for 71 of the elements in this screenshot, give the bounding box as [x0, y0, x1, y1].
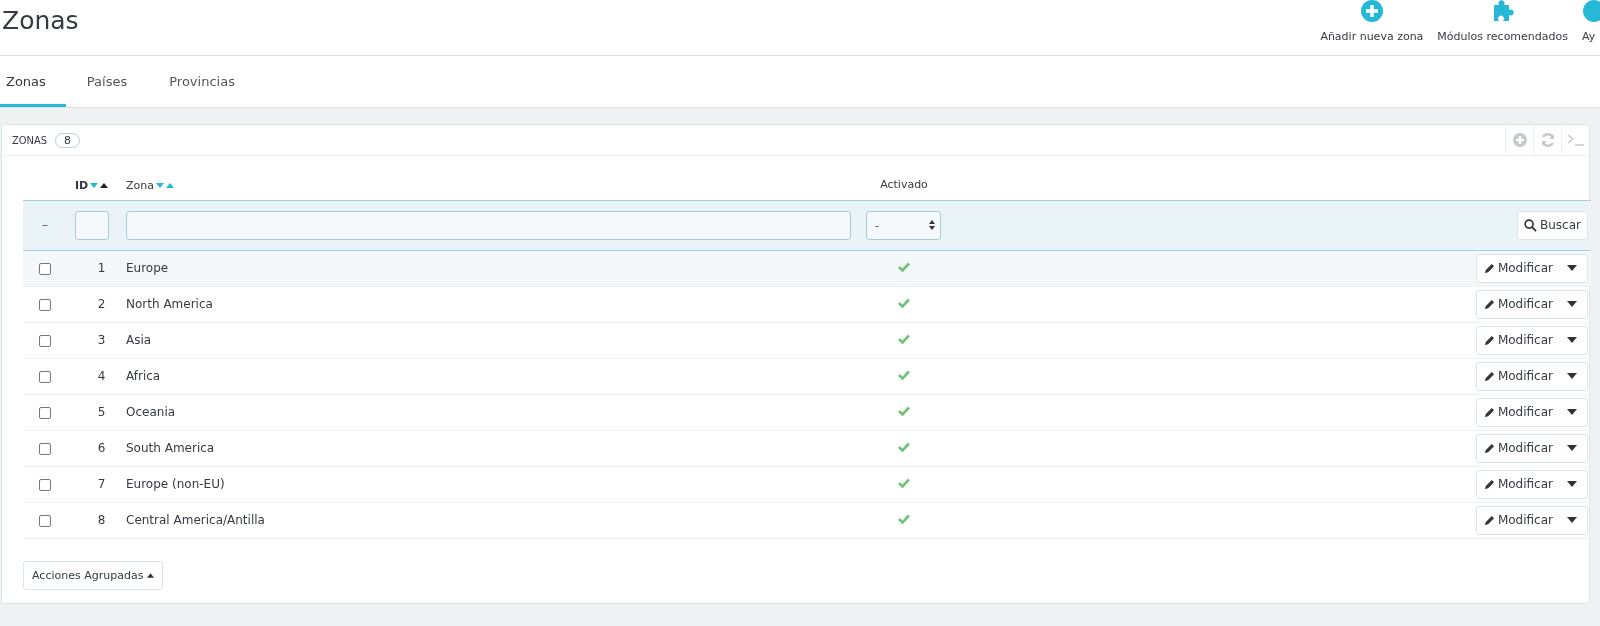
zone-cell: Africa	[126, 369, 161, 383]
zone-cell: South America	[126, 441, 215, 455]
caret-icon	[1567, 337, 1577, 343]
zone-cell: Europe	[126, 261, 169, 275]
panel-title: ZONAS	[12, 133, 48, 147]
row-checkbox[interactable]	[39, 262, 51, 275]
zone-cell: Oceania	[126, 405, 176, 419]
column-header: ID	[74, 178, 89, 192]
sort-up-icon[interactable]	[100, 182, 109, 188]
edit-button[interactable]: Modificar	[1476, 434, 1557, 462]
pencil-icon	[1483, 334, 1495, 346]
edit-button[interactable]: Modificar	[1476, 326, 1557, 354]
row-checkbox[interactable]	[39, 442, 51, 455]
pencil-icon	[1483, 442, 1495, 454]
caret-icon	[1567, 445, 1577, 451]
toolbar-button[interactable]: Añadir nueva zona	[1320, 0, 1424, 55]
reset-filter[interactable]: –	[42, 218, 48, 232]
id-cell: 7	[97, 477, 106, 491]
id-cell: 2	[97, 297, 106, 311]
caret-icon	[1567, 409, 1577, 415]
pencil-icon	[1483, 514, 1495, 526]
row-checkbox[interactable]	[39, 514, 51, 527]
caret-icon	[1567, 373, 1577, 379]
id-cell: 6	[97, 441, 106, 455]
tab[interactable]: Provincias	[148, 59, 256, 107]
edit-button[interactable]: Modificar	[1476, 254, 1557, 282]
edit-button[interactable]: Modificar	[1476, 506, 1557, 534]
id-cell: 4	[97, 369, 106, 383]
column-header: Zona	[126, 178, 154, 192]
help-icon	[1582, 0, 1600, 23]
toolbar-button[interactable]: Ay	[1582, 0, 1600, 55]
page-title: Zonas	[1, 5, 79, 37]
edit-button[interactable]: Modificar	[1476, 290, 1557, 318]
search-button[interactable]: Buscar	[1517, 210, 1588, 240]
caret-icon	[1567, 301, 1577, 307]
caret-icon	[1567, 481, 1577, 487]
id-filter-field[interactable]	[75, 210, 109, 240]
toolbar-button[interactable]: Módulos recomendados	[1437, 0, 1568, 55]
id-cell: 5	[97, 405, 106, 419]
id-cell: 8	[97, 513, 106, 527]
zone-cell: Asia	[126, 333, 152, 347]
row-checkbox[interactable]	[39, 298, 51, 311]
pencil-icon	[1483, 298, 1495, 310]
edit-button[interactable]: Modificar	[1476, 398, 1557, 426]
tab[interactable]: Zonas	[0, 59, 66, 107]
id-cell: 1	[97, 261, 106, 275]
row-checkbox[interactable]	[39, 334, 51, 347]
edit-button[interactable]: Modificar	[1476, 470, 1557, 498]
sort-down-icon[interactable]	[156, 182, 164, 188]
select-arrows-icon	[929, 220, 935, 230]
bulk-actions-button[interactable]: Acciones Agrupadas	[23, 560, 164, 590]
enabled-filter-select[interactable]: -	[866, 210, 941, 240]
caret-icon	[1567, 265, 1577, 271]
edit-button[interactable]: Modificar	[1476, 362, 1557, 390]
caret-icon	[147, 572, 155, 578]
tab[interactable]: Países	[65, 59, 149, 107]
row-checkbox[interactable]	[39, 406, 51, 419]
pencil-icon	[1483, 478, 1495, 490]
zone-filter-field[interactable]	[126, 210, 851, 240]
id-cell: 3	[97, 333, 106, 347]
search-icon	[1524, 218, 1537, 232]
pencil-icon	[1483, 370, 1495, 382]
row-checkbox[interactable]	[39, 370, 51, 383]
row-checkbox[interactable]	[39, 478, 51, 491]
caret-icon	[1567, 517, 1577, 523]
column-header: Activado	[880, 178, 928, 192]
pencil-icon	[1483, 406, 1495, 418]
pencil-icon	[1483, 262, 1495, 274]
zone-cell: Central America/Antilla	[126, 513, 265, 527]
zone-cell: North America	[126, 297, 213, 311]
zone-cell: Europe (non-EU)	[126, 477, 225, 491]
